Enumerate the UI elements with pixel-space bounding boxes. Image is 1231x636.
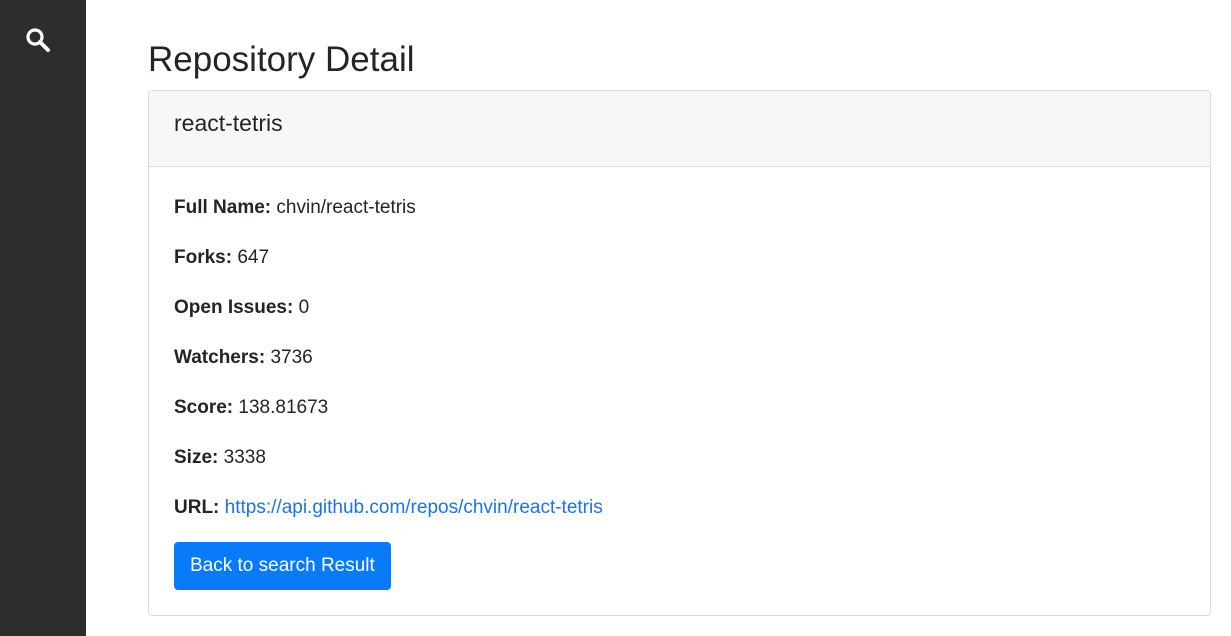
back-to-search-button[interactable]: Back to search Result (174, 542, 391, 590)
repo-url-link[interactable]: https://api.github.com/repos/chvin/react… (225, 497, 603, 518)
field-label: URL: (174, 497, 220, 518)
field-value: 0 (298, 297, 310, 318)
field-value: chvin/react-tetris (276, 197, 416, 218)
field-label: Open Issues: (174, 297, 294, 318)
field-value: 3338 (223, 447, 266, 468)
search-icon[interactable] (23, 25, 53, 55)
field-value: 3736 (270, 347, 313, 368)
field-watchers: Watchers: 3736 (174, 346, 313, 370)
field-open-issues: Open Issues: 0 (174, 296, 309, 320)
field-label: Score: (174, 397, 234, 418)
page-title: Repository Detail (148, 40, 415, 79)
field-forks: Forks: 647 (174, 246, 269, 270)
field-size: Size: 3338 (174, 446, 266, 470)
sidebar (0, 0, 86, 636)
repo-name: react-tetris (174, 110, 283, 136)
field-url: URL: https://api.github.com/repos/chvin/… (174, 496, 603, 520)
field-label: Watchers: (174, 347, 266, 368)
field-label: Full Name: (174, 197, 272, 218)
field-value: 647 (237, 247, 270, 268)
field-value: 138.81673 (238, 397, 329, 418)
card-header: react-tetris (149, 91, 1210, 167)
field-full-name: Full Name: chvin/react-tetris (174, 196, 416, 220)
field-label: Size: (174, 447, 219, 468)
repository-card: react-tetris Full Name: chvin/react-tetr… (148, 90, 1211, 616)
field-score: Score: 138.81673 (174, 396, 328, 420)
field-label: Forks: (174, 247, 233, 268)
